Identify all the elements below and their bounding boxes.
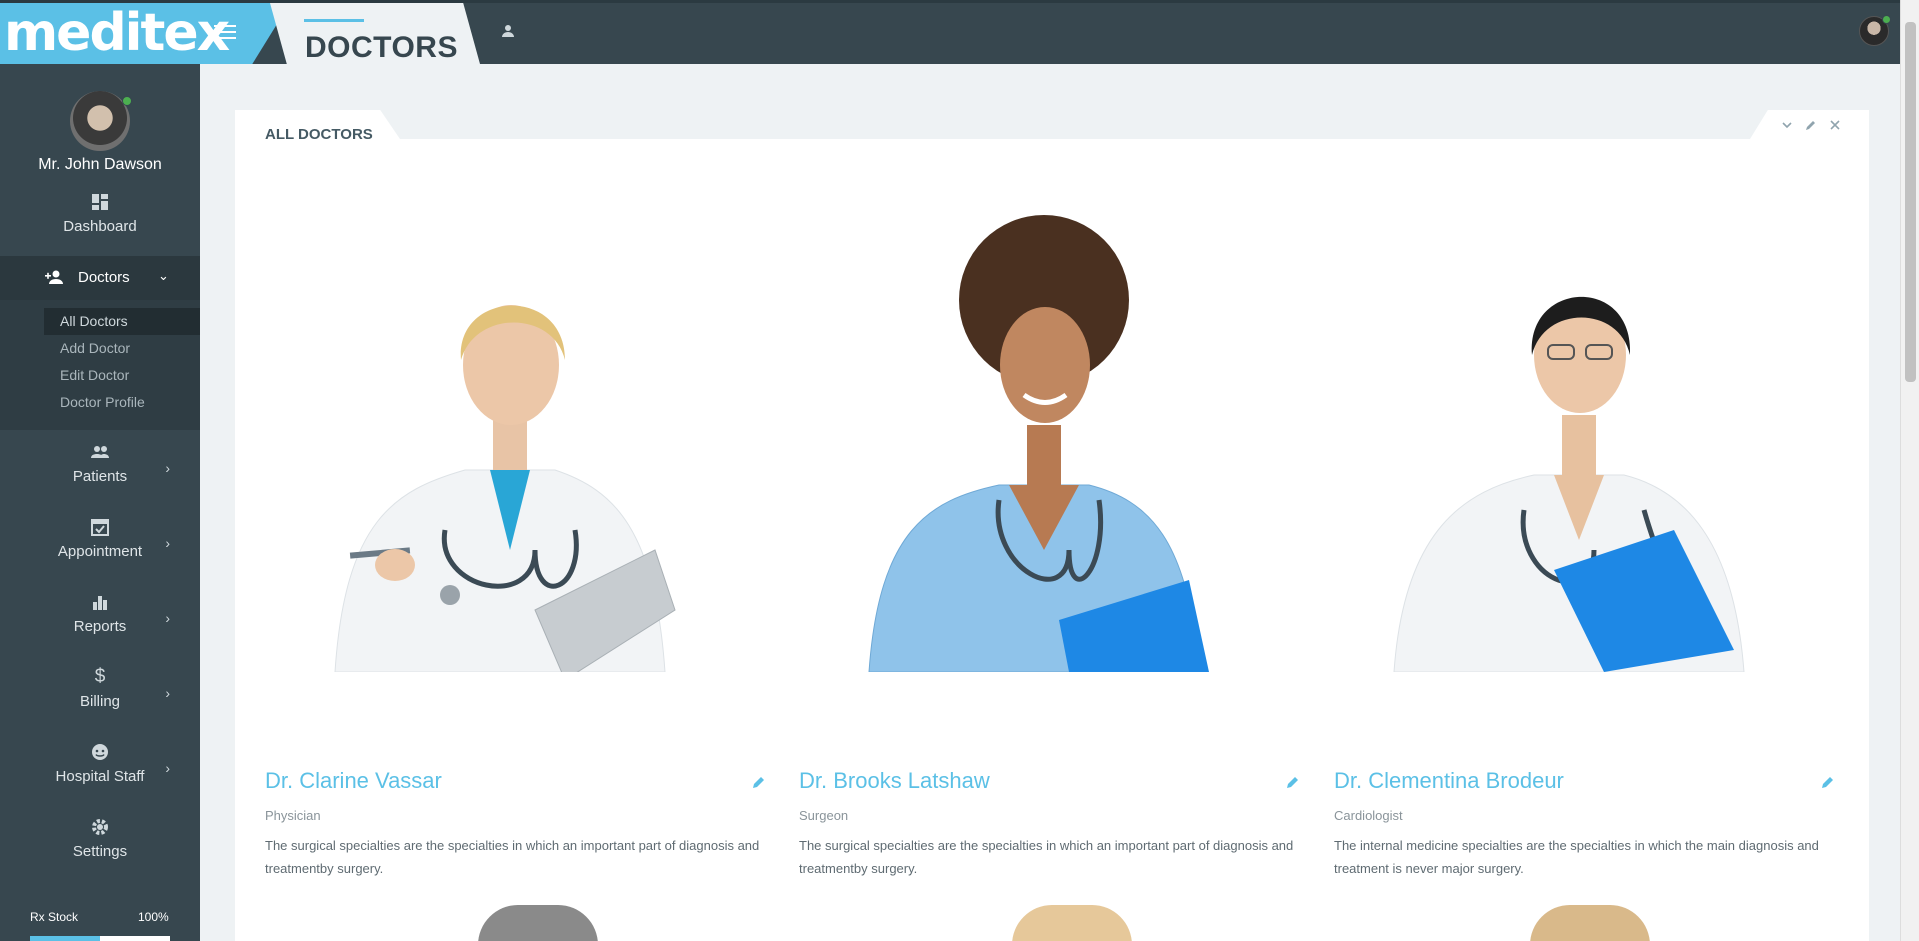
sidebar-item-appointment[interactable]: Appointment ›	[0, 517, 200, 560]
doctor-name[interactable]: Dr. Brooks Latshaw	[799, 768, 990, 794]
doctor-name[interactable]: Dr. Clementina Brodeur	[1334, 768, 1564, 794]
user-icon[interactable]	[500, 23, 516, 39]
brand-logo[interactable]: meditex	[4, 7, 230, 59]
sidebar-subitem-add-doctor[interactable]: Add Doctor	[44, 335, 200, 362]
doctor-card: Dr. Clementina Brodeur Cardiologist The …	[1304, 190, 1833, 876]
panel-title: ALL DOCTORS	[265, 126, 373, 143]
sidebar-group-doctors: Doctors ⌄ All Doctors Add Doctor Edit Do…	[0, 256, 200, 430]
sidebar-item-reports[interactable]: Reports ›	[0, 592, 200, 635]
profile-avatar[interactable]	[70, 91, 130, 151]
scrollbar-thumb[interactable]	[1905, 22, 1916, 382]
sidebar-item-billing[interactable]: $ Billing ›	[0, 666, 200, 711]
sidebar-item-dashboard[interactable]: Dashboard	[0, 192, 200, 235]
online-status-dot	[1882, 15, 1891, 24]
collapse-chevron-icon[interactable]	[1780, 118, 1794, 132]
profile-name: Mr. John Dawson	[38, 156, 162, 173]
sidebar-item-doctors[interactable]: Doctors ⌄	[0, 256, 200, 300]
edit-pencil-icon[interactable]	[751, 774, 767, 790]
doctor-specialty: Surgeon	[799, 808, 849, 823]
sidebar-subitem-edit-doctor[interactable]: Edit Doctor	[44, 362, 200, 389]
sidebar-item-patients[interactable]: Patients ›	[0, 442, 200, 485]
doctor-card: Dr. Clarine Vassar Physician The surgica…	[235, 190, 764, 876]
doctor-description: The surgical specialties are the special…	[265, 838, 760, 876]
vertical-scrollbar[interactable]	[1900, 0, 1919, 941]
chevron-right-icon: ›	[165, 610, 170, 626]
hamburger-menu-icon[interactable]	[214, 25, 236, 43]
dashboard-icon	[92, 194, 108, 210]
sidebar-item-settings[interactable]: Settings	[0, 817, 200, 860]
dollar-icon: $	[94, 666, 106, 687]
doctor-card: Dr. Brooks Latshaw Surgeon The surgical …	[769, 190, 1298, 876]
doctor-description: The surgical specialties are the special…	[799, 838, 1294, 876]
doctor-portrait-image	[1304, 190, 1824, 672]
add-person-icon	[45, 270, 63, 284]
sidebar-item-label: Hospital Staff	[55, 768, 145, 785]
chevron-right-icon: ›	[165, 685, 170, 701]
edit-pencil-icon[interactable]	[1285, 774, 1301, 790]
page-title: DOCTORS	[305, 31, 458, 64]
chevron-right-icon: ›	[165, 760, 170, 776]
doctor-description: The internal medicine specialties are th…	[1334, 838, 1819, 876]
bar-chart-icon	[93, 596, 107, 610]
face-icon	[92, 744, 108, 760]
sidebar-item-label: Doctors	[78, 269, 130, 286]
doctor-name[interactable]: Dr. Clarine Vassar	[265, 768, 442, 794]
doctor-specialty: Cardiologist	[1334, 808, 1403, 823]
doctor-specialty: Physician	[265, 808, 321, 823]
chevron-down-icon: ⌄	[158, 268, 169, 283]
rx-stock-label: Rx Stock	[30, 910, 79, 924]
chevron-right-icon: ›	[165, 460, 170, 476]
rx-stock-value: 100%	[138, 910, 169, 924]
sidebar-item-label: Patients	[72, 468, 128, 485]
edit-pencil-icon[interactable]	[1820, 774, 1836, 790]
sidebar-item-label: Settings	[72, 843, 128, 860]
rx-stock-progress-fill	[30, 936, 100, 941]
calendar-check-icon	[91, 519, 109, 536]
sidebar-item-label: Billing	[79, 693, 121, 710]
title-accent-line	[304, 19, 364, 22]
chevron-right-icon: ›	[165, 535, 170, 551]
sidebar-item-label: Appointment	[57, 543, 143, 560]
sidebar-item-label: Dashboard	[63, 218, 137, 235]
sidebar-subitem-doctor-profile[interactable]: Doctor Profile	[44, 389, 200, 416]
close-icon[interactable]	[1828, 118, 1842, 132]
people-icon	[91, 446, 109, 458]
all-doctors-panel: ALL DOCTORS Dr. Clarine Vassar Physician…	[235, 110, 1869, 941]
doctor-portrait-image	[235, 190, 755, 672]
rx-stock-progress-bar	[30, 936, 170, 941]
profile-online-dot	[122, 96, 132, 106]
edit-pencil-icon[interactable]	[1804, 118, 1818, 132]
sidebar-subitem-all-doctors[interactable]: All Doctors	[44, 308, 200, 335]
gear-icon	[92, 819, 108, 835]
panel-tools-area	[1750, 110, 1869, 139]
top-header: meditex DOCTORS	[0, 0, 1900, 64]
panel-tabbar	[235, 110, 1869, 139]
doctor-portrait-image	[769, 190, 1289, 672]
sidebar-item-hospital-staff[interactable]: Hospital Staff ›	[0, 742, 200, 785]
sidebar: Mr. John Dawson Dashboard Doctors ⌄ All …	[0, 64, 200, 941]
brand-area: meditex	[0, 3, 290, 64]
sidebar-item-label: Reports	[73, 618, 127, 635]
